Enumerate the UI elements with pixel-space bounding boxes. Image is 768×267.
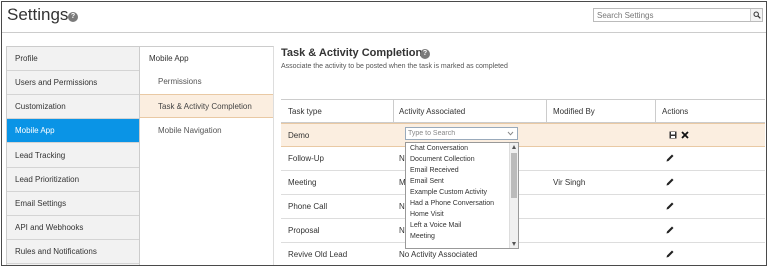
table-header: Task type Activity Associated Modified B… [281,99,765,123]
modified-by-cell [553,147,653,170]
sidebar-item-profile[interactable]: Profile [7,47,139,71]
edit-pencil-icon[interactable] [665,177,675,187]
column-header-actions: Actions [662,107,689,116]
dropdown-option[interactable]: Left a Voice Mail [406,221,509,232]
dropdown-option[interactable]: Document Collection [406,155,509,166]
sidebar-item-rules-and-notifications[interactable]: Rules and Notifications [7,240,139,264]
task-type-cell: Revive Old Lead [288,250,348,259]
subnav-item-task-activity-completion[interactable]: Task & Activity Completion [140,94,273,118]
help-icon[interactable]: ? [68,12,78,22]
task-type-cell: Phone Call [288,202,328,211]
table-row: Revive Old Lead No Activity Associated [281,243,765,265]
sidebar-item-email-settings[interactable]: Email Settings [7,192,139,216]
task-type-cell: Follow-Up [288,154,325,163]
table-row: Proposal N [281,219,765,243]
search-icon [753,11,761,19]
section-title: Task & Activity Completion [281,47,423,59]
search-input[interactable] [594,9,749,21]
column-header-activity: Activity Associated [399,107,466,116]
edit-pencil-icon[interactable] [665,153,675,163]
modified-by-cell [553,243,653,265]
sidebar-item-lead-tracking[interactable]: Lead Tracking [7,144,139,168]
modified-by-cell [553,195,653,218]
subnav-item-mobile-navigation[interactable]: Mobile Navigation [140,119,273,143]
dropdown-option[interactable]: Example Custom Activity [406,188,509,199]
dropdown-option[interactable]: Had a Phone Conversation [406,199,509,210]
sidebar-item-mobile-app[interactable]: Mobile App [7,119,139,143]
column-header-modified-by: Modified By [553,107,595,116]
activity-dropdown-list: Chat Conversation Document Collection Em… [405,142,519,249]
dropdown-option[interactable]: Email Sent [406,177,509,188]
modified-by-cell [553,124,653,147]
search-box [593,8,763,22]
chevron-down-icon[interactable] [507,130,514,137]
settings-window: Settings ? Profile Users and Permissions… [1,1,767,266]
edit-pencil-icon[interactable] [665,249,675,259]
table-row: Phone Call N [281,195,765,219]
header: Settings ? [2,2,766,32]
task-type-cell: Proposal [288,226,320,235]
sidebar-item-lead-prioritization[interactable]: Lead Prioritization [7,168,139,192]
edit-pencil-icon[interactable] [665,225,675,235]
dropdown-option[interactable]: Meeting [406,232,509,243]
edit-pencil-icon[interactable] [665,201,675,211]
help-icon[interactable]: ? [420,49,430,59]
scroll-down-icon[interactable] [512,242,516,246]
column-divider [546,100,547,123]
modified-by-cell: Vir Singh [553,178,586,187]
table-row: Follow-Up N [281,147,765,171]
sidebar-item-api-and-webhooks[interactable]: API and Webhooks [7,216,139,240]
modified-by-cell [553,219,653,242]
mobile-app-subnav: Mobile App Permissions Task & Activity C… [140,46,274,265]
scroll-up-icon[interactable] [512,145,516,149]
search-button[interactable] [750,9,762,21]
activity-search-combobox[interactable] [405,127,518,140]
sidebar-item-customization[interactable]: Customization [7,95,139,119]
section-description: Associate the activity to be posted when… [281,63,508,70]
dropdown-option[interactable]: Email Received [406,166,509,177]
subnav-item-permissions[interactable]: Permissions [140,70,273,94]
scrollbar-thumb[interactable] [511,153,517,198]
sidebar-item-users-and-permissions[interactable]: Users and Permissions [7,71,139,95]
task-type-cell: Meeting [288,178,317,187]
table-row: Demo [281,123,765,147]
task-type-cell: Demo [288,131,310,140]
activity-search-input[interactable] [408,128,506,139]
column-divider [655,100,656,123]
column-divider [393,100,394,123]
header-divider [2,32,766,33]
column-header-task-type: Task type [288,107,322,116]
dropdown-option[interactable]: Chat Conversation [406,144,509,155]
cancel-icon[interactable] [681,131,689,139]
page-title: Settings [7,5,69,24]
save-icon[interactable] [669,131,677,139]
settings-sidebar: Profile Users and Permissions Customizat… [6,46,140,265]
dropdown-option[interactable]: Home Visit [406,210,509,221]
subnav-heading: Mobile App [149,54,189,63]
dropdown-scrollbar[interactable] [509,143,518,248]
table-row: Meeting M Vir Singh [281,171,765,195]
